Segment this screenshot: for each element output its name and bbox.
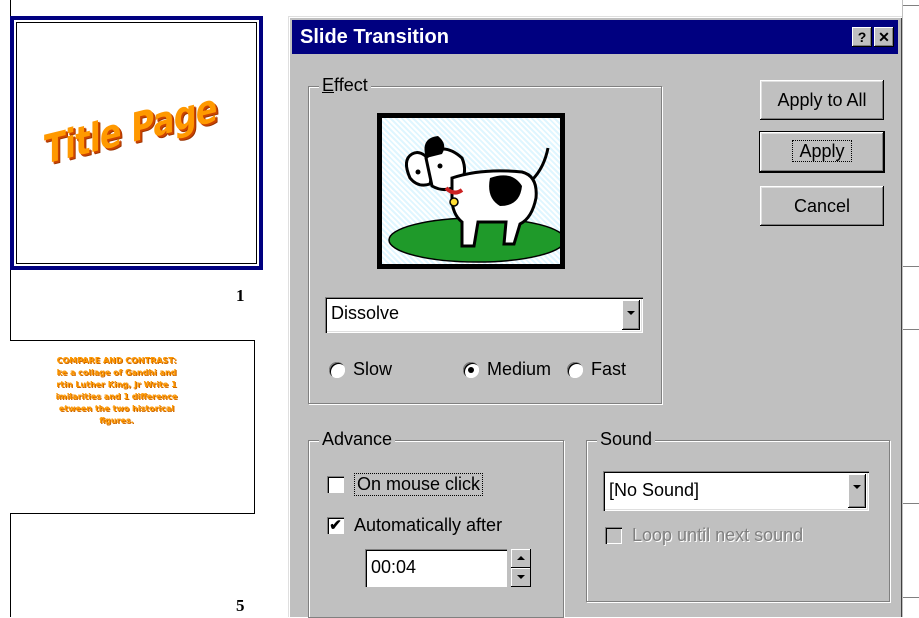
on-mouse-click-checkbox[interactable]: On mouse click [327, 473, 484, 496]
strip-rule [903, 266, 919, 267]
effect-dropdown[interactable]: Dissolve [325, 297, 643, 333]
speed-medium-label: Medium [487, 359, 552, 379]
effect-legend-text: ffect [334, 75, 368, 95]
speed-slow-radio[interactable]: Slow [329, 359, 392, 380]
slide-5-line: COMPARE AND CONTRAST: [56, 356, 177, 365]
speed-fast-label: Fast [591, 359, 627, 379]
loop-until-next-sound-label: Loop until next sound [632, 525, 804, 545]
automatically-after-label: Automatically after [354, 515, 503, 535]
radio-circle-icon [567, 361, 583, 378]
dog-picture-icon [382, 118, 560, 264]
radio-circle-icon [329, 361, 345, 378]
advance-legend: Advance [319, 429, 396, 450]
slide-sorter: Title Page 1 COMPARE AND CONTRAST: ke a … [0, 0, 290, 617]
transition-preview [377, 113, 565, 269]
strip-divider [902, 0, 903, 617]
strip-rule [903, 329, 919, 330]
help-icon[interactable]: ? [852, 27, 872, 47]
strip-rule [903, 503, 919, 504]
advance-time-value: 00:04 [371, 557, 417, 577]
advance-time-input[interactable]: 00:04 [365, 549, 507, 587]
slide-thumbnail-5[interactable]: COMPARE AND CONTRAST: ke a collage of Ga… [10, 340, 255, 514]
speed-slow-label: Slow [353, 359, 393, 379]
sound-selected-value: [No Sound] [609, 480, 700, 500]
effect-legend: Effect [319, 75, 371, 96]
loop-until-next-sound-checkbox: Loop until next sound [605, 525, 803, 546]
advance-group: Advance On mouse click ✔ Automatically a… [308, 429, 564, 618]
sound-dropdown[interactable]: [No Sound] [603, 471, 869, 511]
slide-5-line: imilarities and 1 difference [55, 392, 178, 401]
slide-5-text: COMPARE AND CONTRAST: ke a collage of Ga… [14, 355, 219, 427]
radio-selected-icon [463, 361, 479, 378]
slide-5-line: etween the two historical [58, 404, 175, 413]
checkbox-disabled-icon [605, 527, 622, 544]
slide-transition-dialog: Slide Transition ? ✕ Effect Dissolve Slo… [288, 16, 902, 618]
background-right-strip [902, 0, 919, 617]
apply-button[interactable]: Apply [759, 131, 885, 173]
effect-group: Effect Dissolve Slow Medium Fast [308, 75, 662, 404]
on-mouse-click-label: On mouse click [354, 473, 484, 496]
dialog-title: Slide Transition [300, 26, 449, 48]
sound-legend: Sound [597, 429, 656, 450]
slide-number-1: 1 [236, 286, 245, 305]
apply-button-label: Apply [792, 140, 852, 162]
spin-up-icon[interactable] [511, 549, 531, 568]
slide-5-line: figures. [99, 416, 134, 425]
sound-group: Sound [No Sound] Loop until next sound [586, 429, 890, 602]
cancel-button[interactable]: Cancel [760, 186, 884, 226]
apply-to-all-button[interactable]: Apply to All [760, 80, 884, 120]
chevron-down-icon[interactable] [848, 474, 866, 508]
dialog-titlebar[interactable]: Slide Transition ? ✕ [292, 20, 898, 54]
strip-rule [903, 5, 919, 6]
slide-thumbnail-1[interactable]: Title Page [10, 16, 263, 270]
time-spinner [511, 549, 531, 587]
automatically-after-checkbox[interactable]: ✔ Automatically after [327, 515, 502, 536]
checkbox-empty-icon [327, 476, 344, 493]
spin-down-icon[interactable] [511, 568, 531, 587]
effect-selected-value: Dissolve [331, 303, 400, 323]
slide-number-5: 5 [236, 596, 245, 615]
dog-illustration [388, 136, 560, 263]
checkmark-icon: ✔ [327, 517, 344, 534]
slide-5-line: rtin Luther King, Jr Write 1 [56, 380, 177, 389]
speed-fast-radio[interactable]: Fast [567, 359, 626, 380]
chevron-down-icon[interactable] [622, 300, 640, 330]
slide-5-line: ke a collage of Gandhi and [56, 368, 177, 377]
speed-medium-radio[interactable]: Medium [463, 359, 551, 380]
close-icon[interactable]: ✕ [874, 27, 894, 47]
strip-rule [903, 597, 919, 598]
